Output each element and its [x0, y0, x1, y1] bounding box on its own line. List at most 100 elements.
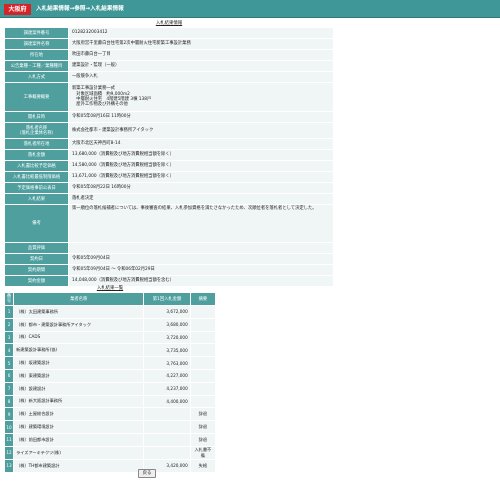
detail-label: 備考 — [5, 205, 68, 242]
bid-note-cell — [190, 369, 215, 382]
detail-label: 入札書比較最低制限価格 — [5, 172, 68, 182]
detail-value: 0128232003412 — [69, 28, 333, 38]
bid-no-cell: 4 — [5, 344, 14, 357]
table-row: 12 ライズアーキテクツ(株) 入札書不備 — [5, 446, 215, 459]
bid-amount-cell — [144, 446, 190, 459]
bid-name-cell: （株）設建設計 — [14, 382, 144, 395]
detail-value: 新築工事設計業務一式 対象区域面積 約9,000m2 中層耐火住宅 4階建5階建… — [69, 83, 333, 111]
detail-value: 13,680,000（消費税及び地方消費税相当額を除く） — [69, 150, 333, 160]
detail-value: 14,580,000（消費税及び地方消費税相当額を除く） — [69, 161, 333, 171]
detail-label: 落札金額 — [5, 150, 68, 160]
bid-note-cell: 入札書不備 — [190, 446, 215, 459]
detail-title-text: 入札結果情報 — [155, 21, 183, 26]
bid-note-cell — [190, 357, 215, 369]
bid-amount-cell: 3,672,000 — [144, 306, 190, 318]
bid-no-cell: 6 — [5, 369, 14, 382]
detail-label: 調達案件番号 — [5, 28, 68, 38]
bid-no-cell: 12 — [5, 446, 14, 459]
bid-amount-cell — [144, 433, 190, 446]
bid-note-cell — [190, 331, 215, 344]
detail-row: 落札者名称 （落札企業体名称） 株式会社都市・建築設計事務所アイタック — [5, 123, 333, 138]
bid-name-cell: （株）都市・建築設計事務所アイタック — [14, 318, 144, 331]
back-button[interactable]: 戻る — [138, 469, 156, 478]
table-row: 7 （株）設建設計 4,237,000 — [5, 382, 215, 395]
table-row: 9 （株）土屋総合設計 辞退 — [5, 408, 215, 421]
detail-row: 調達案件番号 0128232003412 — [5, 28, 333, 38]
bid-no-cell: 9 — [5, 408, 14, 421]
bid-note-cell: 辞退 — [190, 433, 215, 446]
detail-row: 公告業種・工種／業種種目 建築設計・監理（一般） — [5, 61, 333, 71]
table-row: 2 （株）都市・建築設計事務所アイタック 3,680,000 — [5, 318, 215, 331]
bid-note-cell — [190, 306, 215, 318]
header-name: 業者名称 — [14, 293, 144, 305]
bid-note-cell — [190, 395, 215, 408]
detail-value: 吹田市藤白台一丁目 — [69, 50, 333, 60]
detail-label: 品質評価 — [5, 243, 68, 253]
detail-value: 令和05年09月04日 — [69, 254, 333, 264]
table-row: 4 新建築設計事務所(協) 3,735,000 — [5, 344, 215, 357]
bid-amount-cell: 3,763,000 — [144, 357, 190, 369]
detail-value: 一般競争入札 — [69, 72, 333, 82]
bid-name-cell: ライズアーキテクツ(株) — [14, 446, 144, 459]
bid-amount-cell — [144, 421, 190, 433]
bid-list-title: 入札結果一覧 — [4, 285, 216, 291]
bid-no-cell: 10 — [5, 421, 14, 433]
detail-table: 調達案件番号 0128232003412 調達案件名称 大阪府営千里藤白台住宅第2次中… — [4, 27, 334, 287]
bid-amount-cell: 3,735,000 — [144, 344, 190, 357]
bid-no-cell: 2 — [5, 318, 14, 331]
detail-label: 予定価格事前公表日 — [5, 183, 68, 193]
detail-label: 入札方式 — [5, 72, 68, 82]
detail-value: 大阪府営千里藤白台住宅第2次中層耐火住宅新築工事設計業務 — [69, 39, 333, 49]
bid-no-cell: 13 — [5, 459, 14, 472]
detail-row: 契約日 令和05年09月04日 — [5, 254, 333, 264]
bid-amount-cell: 3,680,000 — [144, 318, 190, 331]
detail-label: 開札日時 — [5, 112, 68, 122]
detail-row: 落札者所在地 大阪市北区天神西町8-14 — [5, 139, 333, 149]
detail-label: 契約日 — [5, 254, 68, 264]
bid-name-cell: （株）太田建築事務所 — [14, 306, 144, 318]
bid-name-cell: （株）土屋総合設計 — [14, 408, 144, 421]
detail-title: 入札結果情報 — [4, 20, 334, 26]
detail-value: 13,671,000（消費税及び地方消費税相当額を除く） — [69, 172, 333, 182]
bid-amount-cell: 4,400,000 — [144, 395, 190, 408]
detail-label: 入札書比較予定価格 — [5, 161, 68, 171]
osaka-logo: 大阪府 — [4, 4, 31, 15]
detail-row: 備考 第一順位の落札候補者については、事後審査の結果、入札参加資格を満たさなかった… — [5, 205, 333, 242]
bid-name-cell: （株）坂建築設計 — [14, 357, 144, 369]
detail-row: 開札日時 令和05年08月16日 11時00分 — [5, 112, 333, 122]
detail-row: 入札書比較予定価格 14,580,000（消費税及び地方消費税相当額を除く） — [5, 161, 333, 171]
detail-row: 入札方式 一般競争入札 — [5, 72, 333, 82]
detail-label: 公告業種・工種／業種種目 — [5, 61, 68, 71]
table-row: 13 （株）TH都市建築設計 3,420,000 失格 — [5, 459, 215, 472]
detail-label: 入札結果 — [5, 194, 68, 204]
bid-name-cell: （株）TH都市建築設計 — [14, 459, 144, 472]
header-amount: 第1回入札金額 — [144, 293, 190, 305]
bid-name-cell: （株）建築環境設計 — [14, 421, 144, 433]
detail-value: 令和05年08月22日 16時00分 — [69, 183, 333, 193]
detail-value — [69, 243, 333, 253]
bid-amount-cell: 3,720,000 — [144, 331, 190, 344]
detail-row: 落札金額 13,680,000（消費税及び地方消費税相当額を除く） — [5, 150, 333, 160]
detail-value: 建築設計・監理（一般） — [69, 61, 333, 71]
table-row: 6 （株）東建築設計 4,227,000 — [5, 369, 215, 382]
table-row: 3 （株）CADS 3,720,000 — [5, 331, 215, 344]
bid-note-cell: 辞退 — [190, 408, 215, 421]
bid-list-title-text: 入札結果一覧 — [96, 286, 124, 291]
detail-value: 株式会社都市・建築設計事務所アイタック — [69, 123, 333, 138]
detail-row: 入札書比較最低制限価格 13,671,000（消費税及び地方消費税相当額を除く） — [5, 172, 333, 182]
header-bar: 大阪府 入札結果情報→参照→入札結果情報 — [0, 0, 500, 17]
bid-name-cell: （株）新大阪設計事務所 — [14, 395, 144, 408]
bid-amount-cell: 4,237,000 — [144, 382, 190, 395]
table-row: 11 （株）前田都市設計 辞退 — [5, 433, 215, 446]
bid-name-cell: （株）前田都市設計 — [14, 433, 144, 446]
detail-value: 令和05年09月04日 ～ 令和06年02月29日 — [69, 265, 333, 275]
table-row: 5 （株）坂建築設計 3,763,000 — [5, 357, 215, 369]
bid-note-cell — [190, 382, 215, 395]
table-row: 1 （株）太田建築事務所 3,672,000 — [5, 306, 215, 318]
detail-label: 調達案件名称 — [5, 39, 68, 49]
detail-value: 令和05年08月16日 11時00分 — [69, 112, 333, 122]
bid-name-cell: （株）CADS — [14, 331, 144, 344]
detail-label: 契約期間 — [5, 265, 68, 275]
bid-no-cell: 7 — [5, 382, 14, 395]
breadcrumb: 入札結果情報→参照→入札結果情報 — [36, 6, 124, 12]
